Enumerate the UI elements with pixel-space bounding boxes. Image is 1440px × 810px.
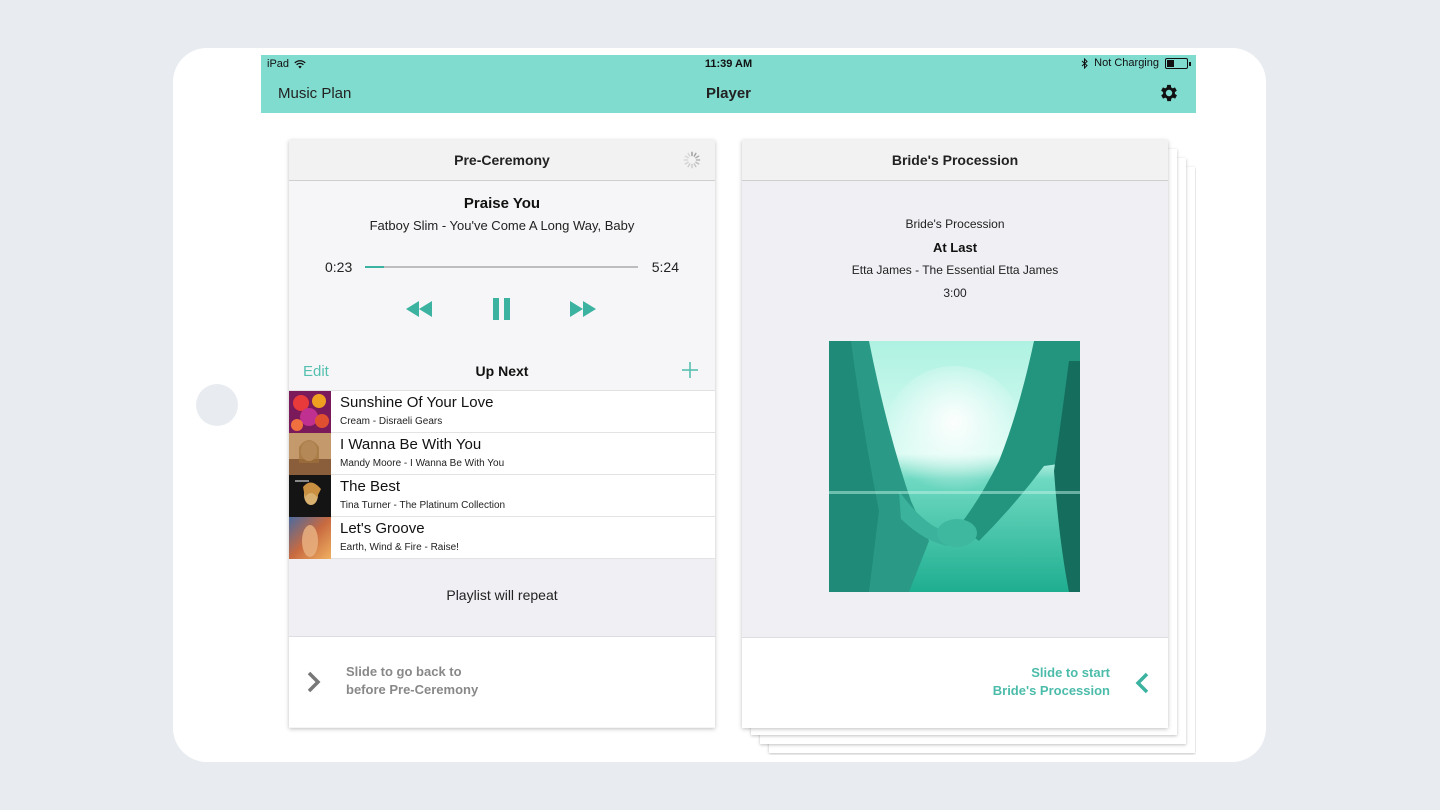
total-time: 5:24 — [651, 259, 679, 275]
track-subtitle: Cream - Disraeli Gears — [340, 416, 443, 427]
slide-back-text: Slide to go back to before Pre-Ceremony — [346, 663, 478, 699]
up-next-title: Up Next — [475, 363, 529, 379]
slide-start-control[interactable]: Slide to start Bride's Procession — [742, 637, 1168, 728]
progress-fill — [365, 266, 385, 268]
status-right: Not Charging — [1081, 57, 1191, 69]
segment-header: Pre-Ceremony — [289, 140, 715, 181]
home-button[interactable] — [196, 384, 238, 426]
slide-start-line2: Bride's Procession — [992, 683, 1110, 698]
bluetooth-icon — [1081, 57, 1088, 69]
up-next-list: Sunshine Of Your Love Cream - Disraeli G… — [289, 391, 715, 559]
track-row[interactable]: Let's Groove Earth, Wind & Fire - Raise! — [289, 517, 715, 559]
charging-status: Not Charging — [1094, 57, 1159, 69]
segment-title: Pre-Ceremony — [454, 152, 550, 168]
repeat-note: Playlist will repeat — [289, 559, 715, 637]
slide-start-text: Slide to start Bride's Procession — [993, 664, 1110, 700]
track-row[interactable]: Sunshine Of Your Love Cream - Disraeli G… — [289, 391, 715, 433]
chevron-left-icon — [1135, 672, 1149, 694]
next-track-title: At Last — [932, 240, 978, 255]
track-subtitle: Mandy Moore - I Wanna Be With You — [340, 458, 505, 469]
status-time: 11:39 AM — [704, 58, 753, 70]
pause-icon[interactable] — [493, 298, 510, 320]
slide-back-line1: Slide to go back to — [346, 664, 462, 679]
elapsed-time: 0:23 — [325, 259, 353, 275]
album-art — [289, 391, 331, 433]
rewind-icon[interactable] — [406, 298, 432, 320]
next-segment-card: Bride's Procession Bride's Procession At… — [742, 140, 1168, 728]
nav-bar: Music Plan Player — [261, 74, 1196, 113]
track-row[interactable]: The Best Tina Turner - The Platinum Coll… — [289, 475, 715, 517]
track-title: I Wanna Be With You — [340, 436, 482, 453]
page-title: Player — [705, 85, 752, 102]
segment-photo — [829, 341, 1080, 592]
now-playing: Praise You Fatboy Slim - You've Come A L… — [289, 181, 715, 352]
next-segment-title: Bride's Procession — [891, 152, 1019, 168]
track-subtitle: Tina Turner - The Platinum Collection — [340, 500, 506, 511]
slide-start-line1: Slide to start — [1031, 665, 1110, 680]
gear-icon[interactable] — [1158, 82, 1180, 104]
now-playing-artist: Fatboy Slim - You've Come A Long Way, Ba… — [369, 218, 635, 233]
track-row[interactable]: I Wanna Be With You Mandy Moore - I Wann… — [289, 433, 715, 475]
edit-button[interactable]: Edit — [303, 363, 329, 380]
track-subtitle: Earth, Wind & Fire - Raise! — [340, 542, 459, 553]
battery-icon — [1165, 57, 1191, 69]
add-icon[interactable] — [681, 361, 699, 379]
next-segment-subtitle: Bride's Procession — [905, 217, 1005, 231]
loading-spinner-icon — [683, 151, 701, 169]
track-title: Sunshine Of Your Love — [340, 394, 494, 411]
fast-forward-icon[interactable] — [570, 298, 596, 320]
up-next-header: Edit Up Next — [289, 352, 715, 391]
next-track-artist: Etta James - The Essential Etta James — [851, 263, 1059, 277]
track-title: The Best — [340, 478, 401, 495]
slide-back-control[interactable]: Slide to go back to before Pre-Ceremony — [289, 637, 715, 727]
track-title: Let's Groove — [340, 520, 425, 537]
screen: iPad 11:39 AM Not Charging Music Plan Pl… — [261, 55, 1196, 755]
album-art — [289, 517, 331, 559]
album-art — [289, 475, 331, 517]
progress-slider[interactable] — [365, 266, 638, 268]
music-plan-button[interactable]: Music Plan — [278, 85, 351, 102]
now-playing-title: Praise You — [463, 195, 541, 212]
chevron-right-icon — [307, 671, 321, 693]
status-bar: iPad 11:39 AM Not Charging — [261, 55, 1196, 74]
slide-back-line2: before Pre-Ceremony — [346, 682, 479, 697]
next-segment-info: Bride's Procession At Last Etta James - … — [742, 181, 1168, 341]
next-track-duration: 3:00 — [943, 286, 967, 300]
next-segment-header: Bride's Procession — [742, 140, 1168, 181]
album-art — [289, 433, 331, 475]
current-segment-card: Pre-Ceremony Praise You Fatboy Slim - Yo… — [289, 140, 715, 728]
